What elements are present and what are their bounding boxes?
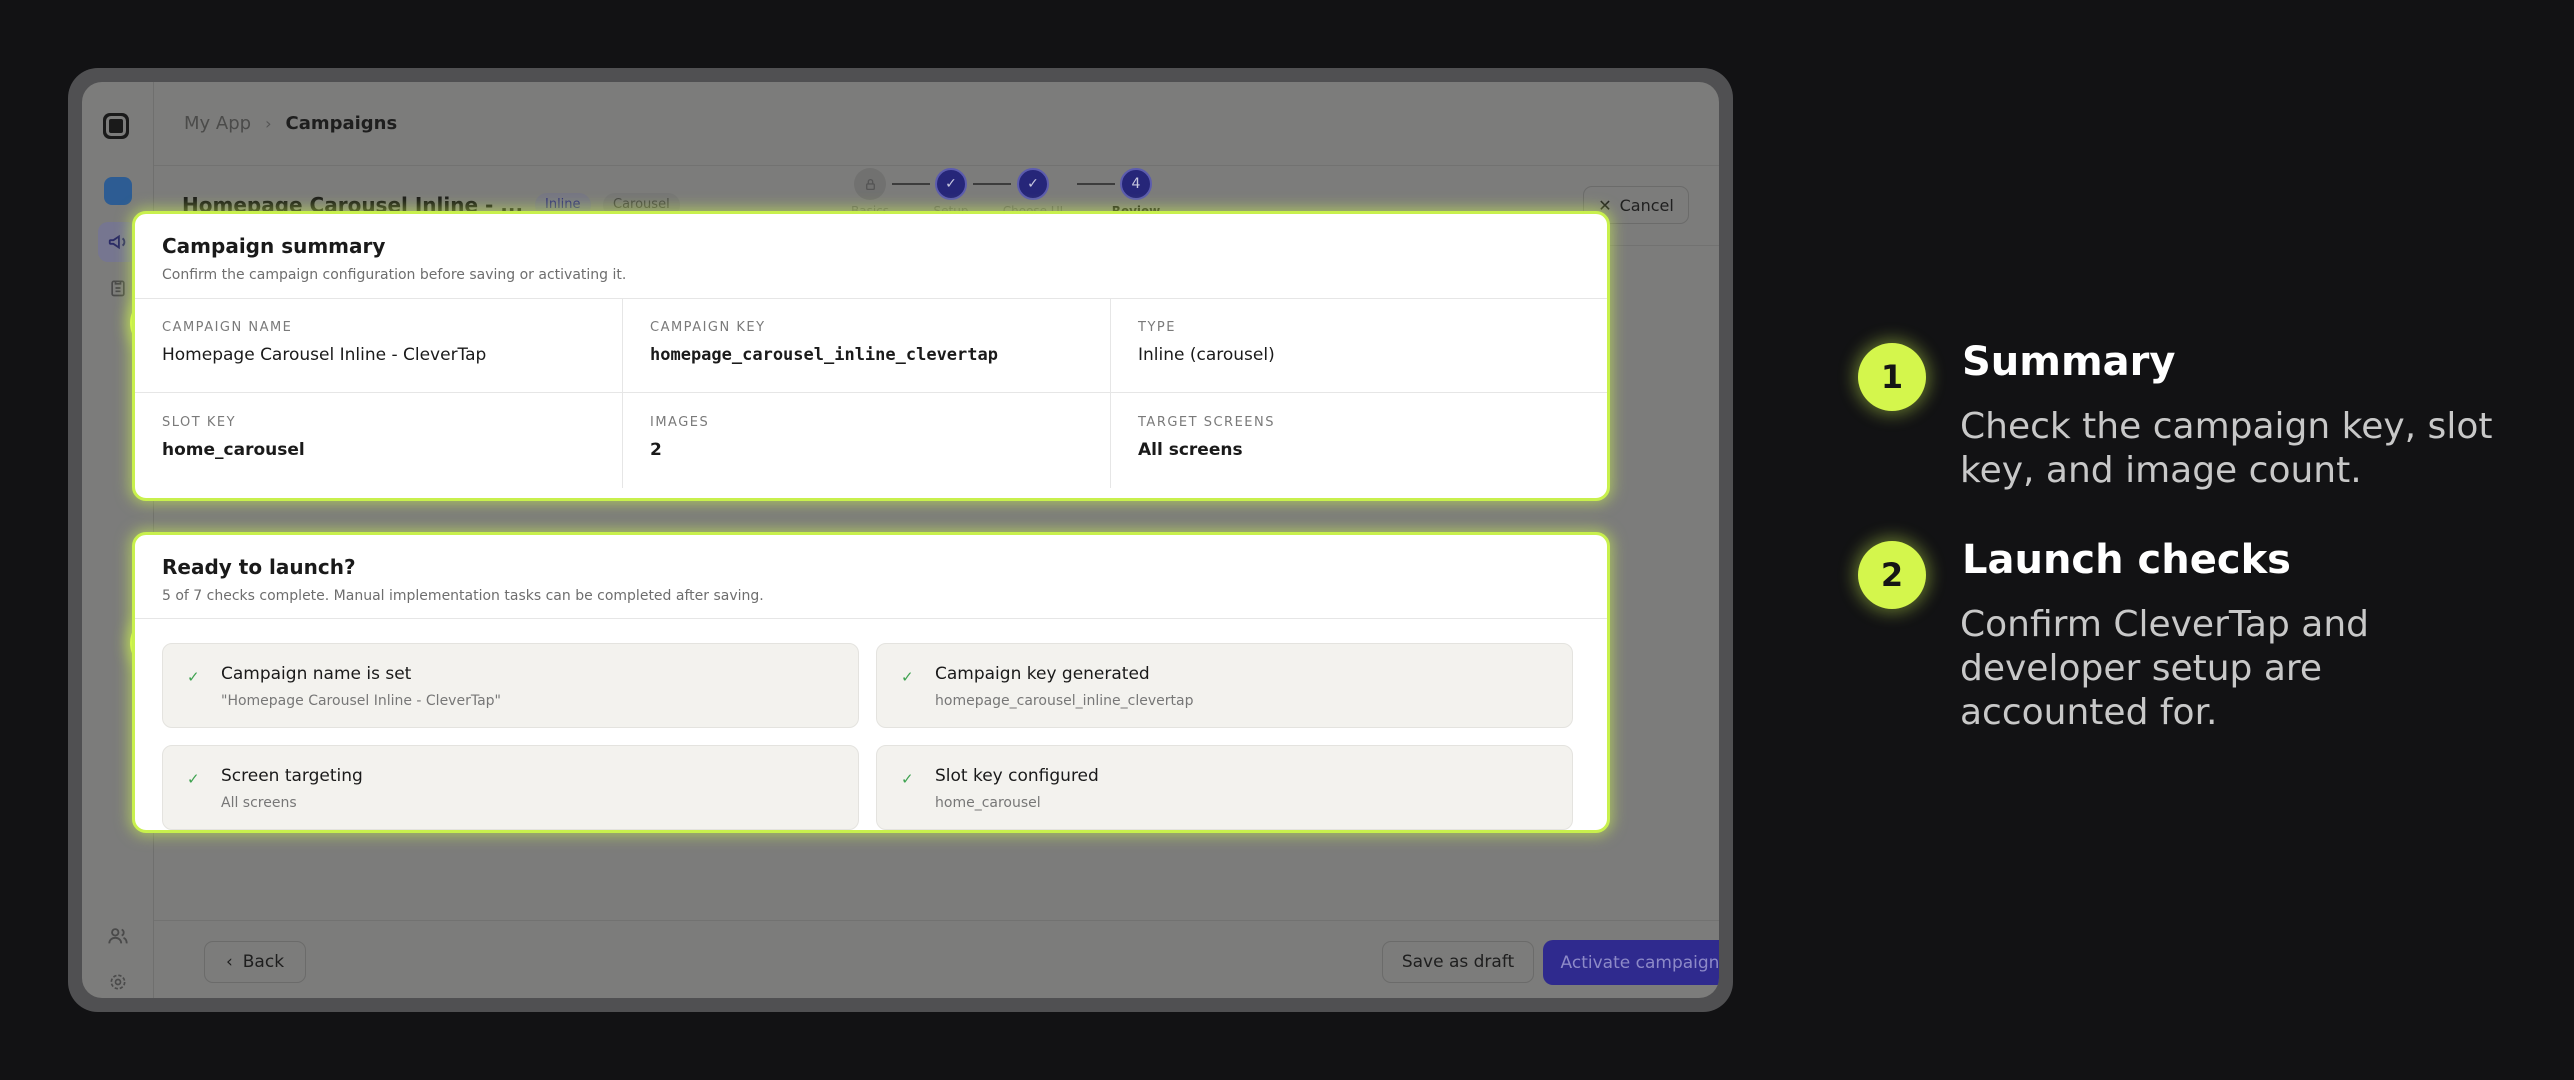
- check-icon: ✓: [901, 668, 914, 686]
- save-draft-button[interactable]: Save as draft: [1382, 941, 1534, 983]
- field-label: SLOT KEY: [162, 415, 237, 430]
- card-title: Ready to launch?: [162, 555, 356, 579]
- step-setup[interactable]: ✓: [935, 168, 967, 200]
- card-subtitle: Confirm the campaign configuration befor…: [162, 267, 627, 283]
- back-button[interactable]: ‹ Back: [204, 941, 306, 983]
- check-title: Campaign key generated: [935, 664, 1150, 684]
- field-value: 2: [650, 440, 662, 460]
- field-value: Inline (carousel): [1138, 345, 1275, 365]
- app-switcher-icon[interactable]: [104, 177, 132, 205]
- campaign-summary-card: Campaign summary Confirm the campaign co…: [132, 211, 1610, 501]
- summary-field: IMAGES 2: [623, 393, 1111, 488]
- check-title: Screen targeting: [221, 766, 363, 786]
- field-label: CAMPAIGN KEY: [650, 320, 766, 335]
- step-number: 4: [1131, 176, 1141, 192]
- check-detail: home_carousel: [935, 795, 1041, 811]
- step-connector: [973, 183, 1011, 185]
- footer-actions: ‹ Back Save as draft Activate campaign: [154, 920, 1719, 998]
- summary-field: TARGET SCREENS All screens: [1111, 393, 1607, 488]
- field-label: TARGET SCREENS: [1138, 415, 1275, 430]
- check-detail: All screens: [221, 795, 297, 811]
- annotation-body: Check the campaign key, slot key, and im…: [1960, 406, 2493, 491]
- field-value: home_carousel: [162, 440, 305, 460]
- check-detail: homepage_carousel_inline_clevertap: [935, 693, 1194, 709]
- launch-checks-card: Ready to launch? 5 of 7 checks complete.…: [132, 532, 1610, 833]
- cancel-label: Cancel: [1619, 195, 1674, 215]
- back-label: Back: [242, 952, 285, 972]
- step-connector: [892, 183, 930, 185]
- step-connector: [1077, 183, 1115, 185]
- annotation-badge: 2: [1858, 541, 1926, 609]
- field-value: homepage_carousel_inline_clevertap: [650, 345, 998, 365]
- step-basics[interactable]: [854, 168, 886, 200]
- users-icon[interactable]: [98, 916, 138, 956]
- field-label: IMAGES: [650, 415, 710, 430]
- field-value: All screens: [1138, 440, 1243, 460]
- annotation-badge: 1: [1858, 343, 1926, 411]
- check-icon: ✓: [187, 770, 200, 788]
- annotation-body: Confirm CleverTap and developer setup ar…: [1960, 604, 2369, 733]
- summary-field: TYPE Inline (carousel): [1111, 298, 1607, 393]
- field-value: Homepage Carousel Inline - CleverTap: [162, 345, 487, 365]
- annotation-summary: 1 Summary Check the campaign key, slot k…: [1858, 339, 2498, 499]
- check-title: Campaign name is set: [221, 664, 412, 684]
- annotation-title: Summary: [1962, 339, 2176, 385]
- divider: [135, 618, 1607, 619]
- step-choose-ui[interactable]: ✓: [1017, 168, 1049, 200]
- check-item: ✓ Campaign name is set "Homepage Carouse…: [162, 643, 859, 728]
- activate-campaign-button[interactable]: Activate campaign: [1543, 940, 1719, 985]
- check-icon: ✓: [945, 176, 957, 192]
- chevron-left-icon: ‹: [225, 952, 233, 972]
- step-review[interactable]: 4: [1120, 168, 1152, 200]
- annotation-title: Launch checks: [1962, 537, 2291, 583]
- check-icon: ✓: [1027, 176, 1039, 192]
- summary-field: CAMPAIGN KEY homepage_carousel_inline_cl…: [623, 298, 1111, 393]
- field-label: TYPE: [1138, 320, 1176, 335]
- gear-icon[interactable]: [98, 962, 138, 998]
- check-item: ✓ Screen targeting All screens: [162, 745, 859, 830]
- app-logo-icon[interactable]: [103, 113, 129, 139]
- check-icon: ✓: [187, 668, 200, 686]
- check-item: ✓ Campaign key generated homepage_carous…: [876, 643, 1573, 728]
- lock-icon: [865, 178, 875, 190]
- field-label: CAMPAIGN NAME: [162, 320, 293, 335]
- check-detail: "Homepage Carousel Inline - CleverTap": [221, 693, 501, 709]
- summary-field: CAMPAIGN NAME Homepage Carousel Inline -…: [135, 298, 623, 393]
- check-item: ✓ Slot key configured home_carousel: [876, 745, 1573, 830]
- check-icon: ✓: [901, 770, 914, 788]
- card-title: Campaign summary: [162, 234, 386, 258]
- card-subtitle: 5 of 7 checks complete. Manual implement…: [162, 588, 764, 604]
- check-title: Slot key configured: [935, 766, 1099, 786]
- wizard-stepper: ✓ ✓ 4 Basics Setup Choose UI Review: [154, 82, 1719, 218]
- annotation-launch-checks: 2 Launch checks Confirm CleverTap and de…: [1858, 537, 2498, 747]
- summary-field: SLOT KEY home_carousel: [135, 393, 623, 488]
